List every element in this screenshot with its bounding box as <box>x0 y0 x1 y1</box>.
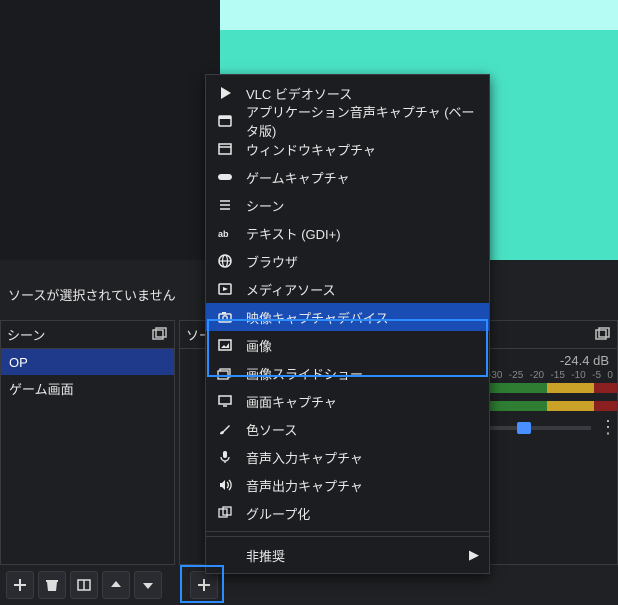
menu-item-mic[interactable]: 音声入力キャプチャ <box>206 443 489 471</box>
globe-icon <box>216 252 234 270</box>
submenu-arrow-icon: ▶ <box>469 547 479 563</box>
dock-icon[interactable] <box>595 327 611 343</box>
no-source-label: ソースが選択されていません <box>8 285 176 304</box>
menu-item-label: ウィンドウキャプチャ <box>246 140 376 159</box>
menu-item-label: 画像 <box>246 336 272 355</box>
move-up-button[interactable] <box>102 571 130 599</box>
brush-icon <box>216 420 234 438</box>
scenes-title: シーン <box>7 325 152 344</box>
scene-toolbar <box>0 571 162 599</box>
menu-item-gamepad[interactable]: ゲームキャプチャ <box>206 163 489 191</box>
play-icon <box>216 84 234 102</box>
scene-item[interactable]: OP <box>1 349 174 375</box>
menu-item-scene[interactable]: シーン <box>206 191 489 219</box>
menu-item-label: 映像キャプチャデバイス <box>246 308 388 327</box>
menu-item-label: テキスト (GDI+) <box>246 224 341 243</box>
text-icon <box>216 224 234 242</box>
scenes-pane: シーン OP ゲーム画面 <box>0 320 175 565</box>
add-source-button[interactable] <box>190 571 218 599</box>
menu-item-label: 音声入力キャプチャ <box>246 448 363 467</box>
delete-scene-button[interactable] <box>38 571 66 599</box>
menu-item-media[interactable]: メディアソース <box>206 275 489 303</box>
menu-item-app[interactable]: アプリケーション音声キャプチャ (ベータ版) <box>206 107 489 135</box>
menu-item-text[interactable]: テキスト (GDI+) <box>206 219 489 247</box>
more-icon[interactable]: ⋮ <box>591 417 617 438</box>
slides-icon <box>216 364 234 382</box>
menu-item-display[interactable]: 画面キャプチャ <box>206 387 489 415</box>
group-icon <box>216 504 234 522</box>
add-source-menu: VLC ビデオソースアプリケーション音声キャプチャ (ベータ版) ウィンドウキャプ… <box>205 74 490 574</box>
source-toolbar <box>184 571 218 599</box>
app-icon <box>216 112 234 130</box>
scene-icon <box>216 196 234 214</box>
menu-item-label: シーン <box>246 196 284 215</box>
blank-icon <box>216 546 234 564</box>
menu-item-brush[interactable]: 色ソース <box>206 415 489 443</box>
dock-icon[interactable] <box>152 327 168 343</box>
menu-item-group[interactable]: グループ化 <box>206 499 489 527</box>
image-icon <box>216 336 234 354</box>
menu-item-label: 色ソース <box>246 420 297 439</box>
menu-item-label: ブラウザ <box>246 252 298 271</box>
scene-item[interactable]: ゲーム画面 <box>1 375 174 401</box>
window-icon <box>216 140 234 158</box>
gamepad-icon <box>216 168 234 186</box>
menu-item-label: 画像スライドショー <box>246 364 363 383</box>
media-icon <box>216 280 234 298</box>
camera-icon <box>216 308 234 326</box>
scene-list: OP ゲーム画面 <box>1 349 174 564</box>
menu-item-label: 音声出力キャプチャ <box>246 476 363 495</box>
move-down-button[interactable] <box>134 571 162 599</box>
menu-item-slides[interactable]: 画像スライドショー <box>206 359 489 387</box>
menu-item-label: グループ化 <box>246 504 310 523</box>
add-scene-button[interactable] <box>6 571 34 599</box>
menu-item-image[interactable]: 画像 <box>206 331 489 359</box>
menu-item-label: ゲームキャプチャ <box>246 168 349 187</box>
menu-item-globe[interactable]: ブラウザ <box>206 247 489 275</box>
menu-item-submenu[interactable]: 非推奨 ▶ <box>206 541 489 569</box>
menu-item-speaker[interactable]: 音声出力キャプチャ <box>206 471 489 499</box>
menu-item-label: メディアソース <box>246 280 335 299</box>
mic-icon <box>216 448 234 466</box>
menu-item-camera[interactable]: 映像キャプチャデバイス <box>206 303 489 331</box>
speaker-icon <box>216 476 234 494</box>
menu-item-label: 非推奨 <box>246 546 285 565</box>
menu-item-label: 画面キャプチャ <box>246 392 337 411</box>
scene-filter-button[interactable] <box>70 571 98 599</box>
menu-item-label: VLC ビデオソース <box>246 84 352 103</box>
display-icon <box>216 392 234 410</box>
menu-item-window[interactable]: ウィンドウキャプチャ <box>206 135 489 163</box>
preview-swatch-1 <box>220 0 618 30</box>
